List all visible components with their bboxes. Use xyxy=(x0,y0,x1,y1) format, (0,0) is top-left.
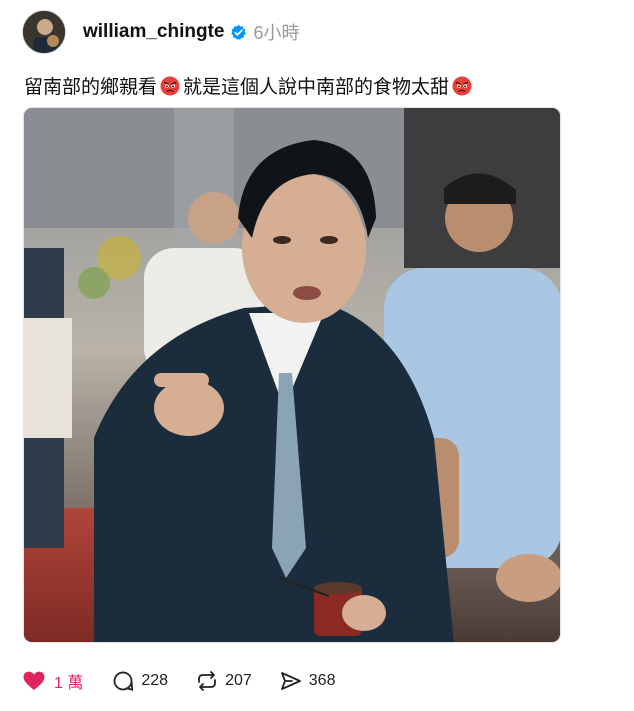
heart-icon xyxy=(23,671,45,690)
verified-badge-icon xyxy=(231,24,247,40)
comment-icon xyxy=(113,671,134,691)
post-header: william_chingte 6小時 xyxy=(22,10,300,54)
caption-text-2: 就是這個人說中南部的食物太甜 xyxy=(183,77,450,98)
post-timestamp[interactable]: 6小時 xyxy=(253,19,299,45)
caption-text-1: 留南部的鄉親看 xyxy=(24,77,158,98)
post-actions: 1 萬 228 207 368 xyxy=(22,668,335,694)
angry-face-icon xyxy=(452,76,472,95)
like-button[interactable]: 1 萬 xyxy=(22,669,83,693)
username[interactable]: william_chingte xyxy=(83,21,224,43)
reply-count: 228 xyxy=(141,672,169,689)
share-count: 368 xyxy=(308,672,336,689)
repost-button[interactable]: 207 xyxy=(195,669,252,693)
repost-icon xyxy=(198,671,216,691)
avatar-image xyxy=(23,11,65,53)
angry-face-icon xyxy=(160,76,180,95)
photo-illustration xyxy=(24,108,560,642)
reply-button[interactable]: 228 xyxy=(111,669,168,693)
post-caption: 留南部的鄉親看 就是這個人說中南部的食物太甜 xyxy=(24,72,475,99)
like-count: 1 萬 xyxy=(54,675,84,692)
send-icon xyxy=(280,672,301,690)
avatar[interactable] xyxy=(22,10,66,54)
post-photo[interactable] xyxy=(23,107,561,643)
share-button[interactable]: 368 xyxy=(279,669,336,693)
repost-count: 207 xyxy=(225,672,252,689)
